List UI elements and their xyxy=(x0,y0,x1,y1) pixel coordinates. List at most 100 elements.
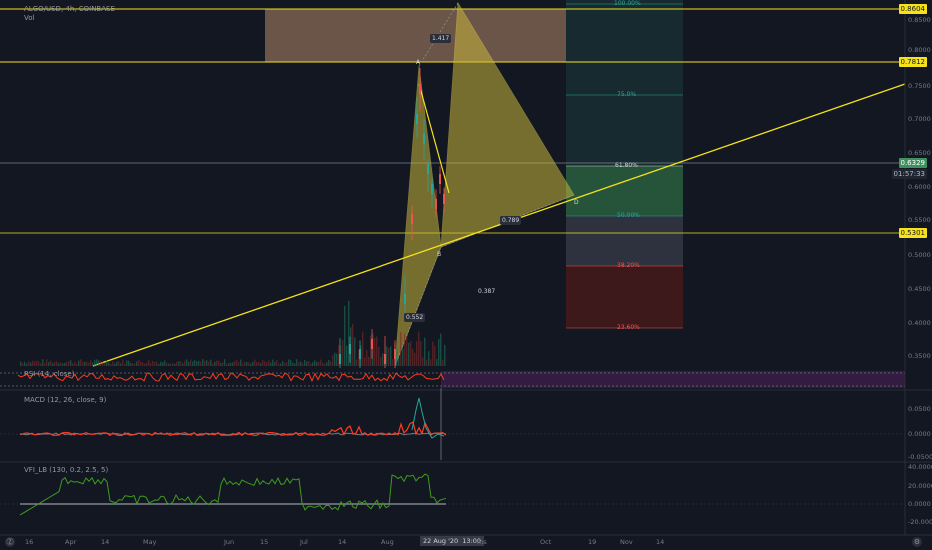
candle-body xyxy=(423,134,425,144)
volume-bar xyxy=(352,323,354,366)
volume-bar xyxy=(312,362,314,366)
volume-bar xyxy=(276,359,278,366)
volume-bar xyxy=(440,333,442,366)
vfi-line xyxy=(19,473,447,516)
volume-bar xyxy=(310,363,312,366)
supply-zone-box[interactable] xyxy=(265,9,566,62)
volume-bar xyxy=(234,361,236,366)
fib-level-label: 61.80% xyxy=(615,162,638,169)
volume-bar xyxy=(98,360,100,366)
volume-bar xyxy=(392,359,394,366)
volume-bar xyxy=(136,361,138,366)
pattern-point-b[interactable]: B xyxy=(437,251,441,258)
volume-bar xyxy=(46,359,48,366)
volume-bar xyxy=(158,363,160,366)
volume-bar xyxy=(166,362,168,366)
volume-bar xyxy=(64,362,66,366)
volume-bar xyxy=(196,361,198,366)
volume-bar xyxy=(344,305,346,366)
macd-label[interactable]: MACD (12, 26, close, 9) xyxy=(24,396,106,404)
volume-bar xyxy=(42,359,44,366)
volume-bar xyxy=(244,361,246,366)
volume-bar xyxy=(330,361,332,366)
volume-bar xyxy=(94,359,96,366)
volume-bar xyxy=(200,361,202,366)
candle-body xyxy=(419,84,421,94)
pattern-ratio-ab[interactable]: 0.552 xyxy=(404,313,426,322)
time-axis-label: Nov xyxy=(620,538,633,546)
symbol-header[interactable]: ALGO/USD, 4h, COINBASE xyxy=(24,5,115,13)
vfi-label[interactable]: VFI_LB (130, 0.2, 2.5, 5) xyxy=(24,466,108,474)
settings-gear-icon[interactable]: ⚙ xyxy=(912,537,922,547)
volume-bar xyxy=(30,362,32,366)
volume-bar xyxy=(212,363,214,366)
volume-bar xyxy=(44,363,46,366)
volume-bar xyxy=(238,362,240,366)
volume-bar xyxy=(138,359,140,366)
volume-bar xyxy=(294,363,296,366)
volume-bar xyxy=(20,361,22,366)
volume-bar xyxy=(258,362,260,366)
volume-bar xyxy=(112,361,114,366)
volume-bar xyxy=(60,362,62,366)
volume-bar xyxy=(194,360,196,366)
pattern-point-a[interactable]: A xyxy=(416,59,420,66)
pattern-ratio-xa[interactable]: 1.417 xyxy=(430,34,452,43)
volume-bar xyxy=(334,352,336,366)
volume-bar xyxy=(270,362,272,366)
volume-bar xyxy=(230,362,232,366)
volume-bar xyxy=(162,362,164,366)
pattern-ratio-bc[interactable]: 0.789 xyxy=(500,216,522,225)
volume-bar xyxy=(300,361,302,366)
volume-bar xyxy=(110,363,112,366)
timezone-icon[interactable]: Ⓩ xyxy=(5,537,15,547)
volume-bar xyxy=(216,360,218,366)
volume-bar xyxy=(260,363,262,366)
volume-bar xyxy=(408,342,410,366)
volume-bar xyxy=(220,362,222,366)
volume-bar xyxy=(290,360,292,366)
volume-bar xyxy=(40,363,42,366)
volume-bar xyxy=(256,361,258,366)
vfi-axis-label: 40.0000 xyxy=(908,463,932,471)
volume-bar xyxy=(214,361,216,366)
volume-bar xyxy=(222,362,224,366)
volume-bar xyxy=(202,359,204,366)
volume-bar xyxy=(418,331,420,366)
volume-bar xyxy=(124,363,126,366)
volume-bar xyxy=(122,359,124,366)
time-axis-label: 14 xyxy=(338,538,347,546)
chart-canvas[interactable] xyxy=(0,0,932,550)
volume-bar xyxy=(304,359,306,366)
candle-body xyxy=(431,184,433,194)
volume-bar xyxy=(170,363,172,366)
volume-bar xyxy=(428,351,430,366)
volume-bar xyxy=(374,337,376,366)
fib-level-label: 100.00% xyxy=(614,0,641,7)
volume-bar xyxy=(246,361,248,366)
candle-body xyxy=(443,194,445,204)
volume-bar xyxy=(262,359,264,366)
volume-bar xyxy=(404,333,406,366)
vfi-axis-label: 0.0000 xyxy=(908,500,931,508)
pattern-point-d[interactable]: D xyxy=(574,199,579,206)
volume-bar xyxy=(150,363,152,366)
candle-body xyxy=(435,199,437,209)
volume-bar xyxy=(240,359,242,366)
volume-bar xyxy=(376,336,378,366)
volume-bar xyxy=(80,359,82,366)
volume-bar xyxy=(252,361,254,366)
pattern-ratio-bd[interactable]: 0.387 xyxy=(478,288,495,295)
volume-label: Vol xyxy=(24,14,35,22)
volume-bar xyxy=(442,359,444,366)
volume-bar xyxy=(232,362,234,366)
volume-bar xyxy=(52,363,54,366)
volume-bar xyxy=(180,361,182,366)
time-axis-label: 15 xyxy=(260,538,269,546)
volume-bar xyxy=(72,363,74,366)
time-axis-label: Oct xyxy=(540,538,552,546)
rsi-label[interactable]: RSI (14, close) xyxy=(24,370,74,378)
time-axis-label: Apr xyxy=(65,538,77,546)
volume-bar xyxy=(142,362,144,366)
macd-axis-label: 0.0000 xyxy=(908,430,931,438)
